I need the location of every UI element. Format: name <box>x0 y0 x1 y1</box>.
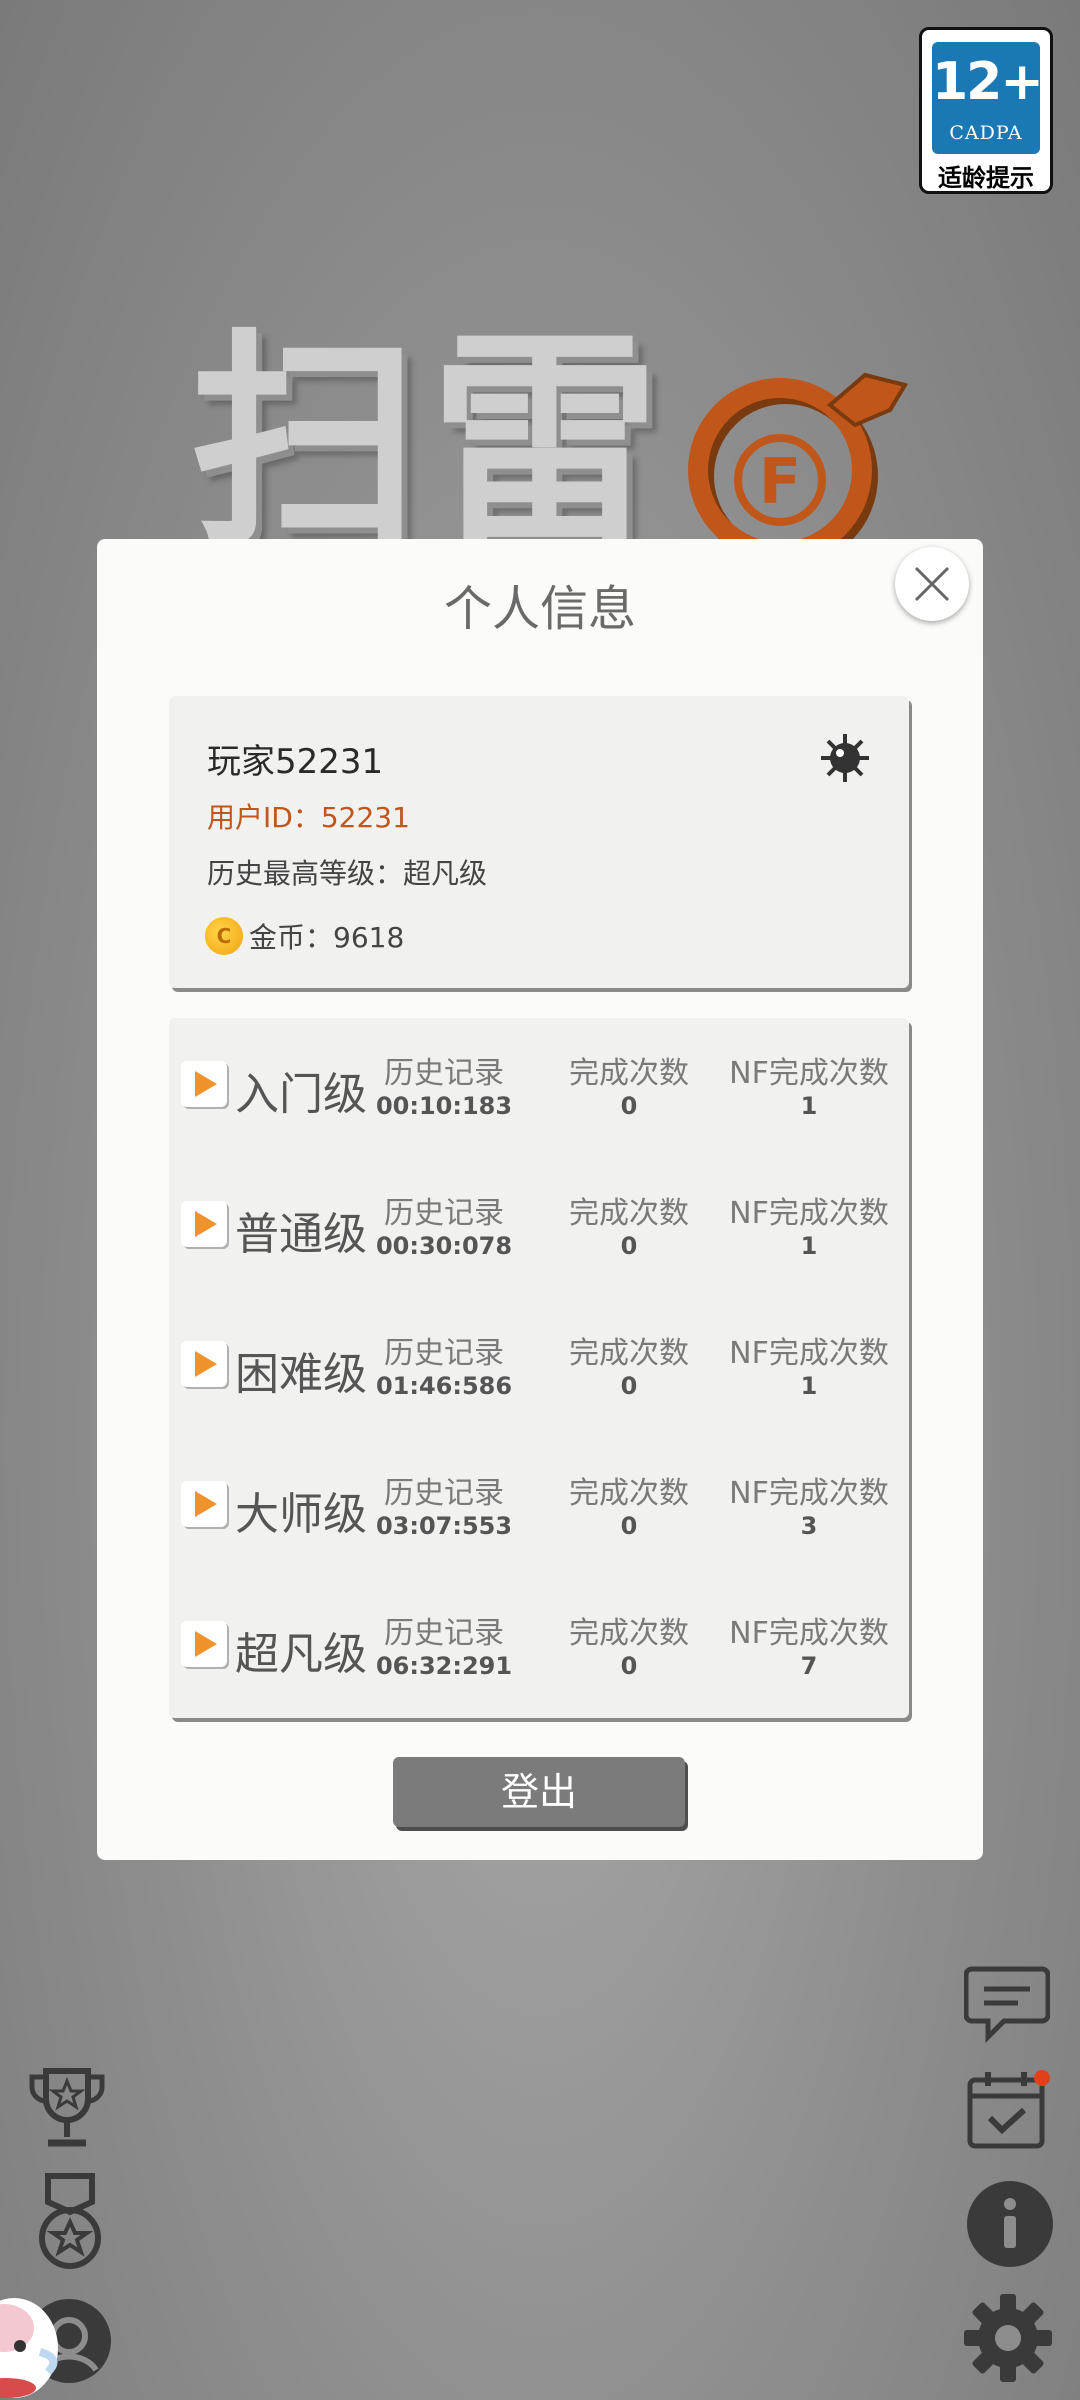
nf-value: 1 <box>800 1092 818 1120</box>
user-id: 用户ID：52231 <box>207 801 410 834</box>
dialog-title: 个人信息 <box>443 581 636 637</box>
complete-label: 完成次数 <box>569 1056 689 1091</box>
age-rating-badge[interactable]: 12+ CADPA 适龄提示 <box>919 27 1053 194</box>
gear-icon[interactable] <box>962 2292 1054 2384</box>
info-icon[interactable] <box>966 2180 1054 2268</box>
record-label: 历史记录 <box>384 1196 504 1231</box>
record-label: 历史记录 <box>384 1336 504 1371</box>
complete-label: 完成次数 <box>569 1476 689 1511</box>
record-value: 03:07:553 <box>375 1512 513 1540</box>
level-name: 大师级 <box>235 1489 367 1540</box>
play-button[interactable] <box>181 1341 227 1387</box>
logout-button[interactable]: 登出 <box>393 1757 685 1827</box>
age-rating-tip: 适龄提示 <box>938 164 1034 192</box>
player-name: 玩家52231 <box>207 742 384 782</box>
complete-value: 0 <box>620 1652 638 1680</box>
coin-text: 金币：9618 <box>249 921 405 954</box>
nf-value: 7 <box>800 1652 818 1680</box>
record-value: 00:10:183 <box>375 1092 513 1120</box>
complete-value: 0 <box>620 1092 638 1120</box>
record-value: 01:46:586 <box>375 1372 513 1400</box>
best-level: 历史最高等级：超凡级 <box>207 857 488 890</box>
coin-icon: C <box>205 917 243 955</box>
complete-value: 0 <box>620 1232 638 1260</box>
play-button[interactable] <box>181 1061 227 1107</box>
play-button[interactable] <box>181 1481 227 1527</box>
notification-dot <box>1034 2070 1050 2086</box>
record-row: 大师级 历史记录 03:07:553 完成次数 0 NF完成次数 3 <box>169 1438 909 1578</box>
profile-dialog: 个人信息 玩家52231 用户ID：52231 历史最高等级：超凡级 C 金币：… <box>97 539 983 1860</box>
medal-icon[interactable] <box>34 2172 106 2272</box>
complete-label: 完成次数 <box>569 1196 689 1231</box>
level-name: 入门级 <box>235 1069 367 1120</box>
age-rating-number: 12+ <box>932 52 1044 112</box>
level-name: 困难级 <box>235 1349 367 1400</box>
trophy-icon[interactable] <box>26 2065 108 2150</box>
mascot-icon[interactable] <box>0 2268 70 2400</box>
nf-value: 1 <box>800 1372 818 1400</box>
nf-label: NF完成次数 <box>729 1056 889 1091</box>
logo-letter: F <box>759 445 801 518</box>
calendar-check-icon[interactable] <box>966 2068 1050 2150</box>
complete-value: 0 <box>620 1372 638 1400</box>
complete-label: 完成次数 <box>569 1616 689 1651</box>
record-label: 历史记录 <box>384 1476 504 1511</box>
nf-label: NF完成次数 <box>729 1616 889 1651</box>
close-icon <box>914 566 950 602</box>
play-button[interactable] <box>181 1201 227 1247</box>
record-label: 历史记录 <box>384 1056 504 1091</box>
mine-settings-icon[interactable] <box>819 732 871 784</box>
record-row: 困难级 历史记录 01:46:586 完成次数 0 NF完成次数 1 <box>169 1298 909 1438</box>
chat-icon[interactable] <box>964 1965 1050 2043</box>
logo-bomb-icon: F <box>688 372 909 545</box>
close-button[interactable] <box>895 547 969 621</box>
level-name: 普通级 <box>235 1209 367 1260</box>
record-value: 00:30:078 <box>375 1232 513 1260</box>
complete-label: 完成次数 <box>569 1336 689 1371</box>
coin-balance: C 金币：9618 <box>205 916 404 956</box>
record-row: 普通级 历史记录 00:30:078 完成次数 0 NF完成次数 1 <box>169 1158 909 1298</box>
game-logo-text: 扫雷 <box>190 311 671 578</box>
record-label: 历史记录 <box>384 1616 504 1651</box>
age-rating-org: CADPA <box>949 122 1023 144</box>
play-button[interactable] <box>181 1621 227 1667</box>
complete-value: 0 <box>620 1512 638 1540</box>
player-info-card: 玩家52231 用户ID：52231 历史最高等级：超凡级 C 金币：9618 <box>169 696 909 988</box>
nf-value: 3 <box>800 1512 818 1540</box>
level-records-card: 入门级 历史记录 00:10:183 完成次数 0 NF完成次数 1 普通级 历… <box>169 1018 909 1718</box>
record-row: 入门级 历史记录 00:10:183 完成次数 0 NF完成次数 1 <box>169 1018 909 1158</box>
nf-label: NF完成次数 <box>729 1476 889 1511</box>
nf-value: 1 <box>800 1232 818 1260</box>
level-name: 超凡级 <box>235 1629 367 1680</box>
record-row: 超凡级 历史记录 06:32:291 完成次数 0 NF完成次数 7 <box>169 1578 909 1718</box>
record-value: 06:32:291 <box>375 1652 513 1680</box>
nf-label: NF完成次数 <box>729 1336 889 1371</box>
age-rating-panel: 12+ CADPA <box>932 42 1044 154</box>
nf-label: NF完成次数 <box>729 1196 889 1231</box>
